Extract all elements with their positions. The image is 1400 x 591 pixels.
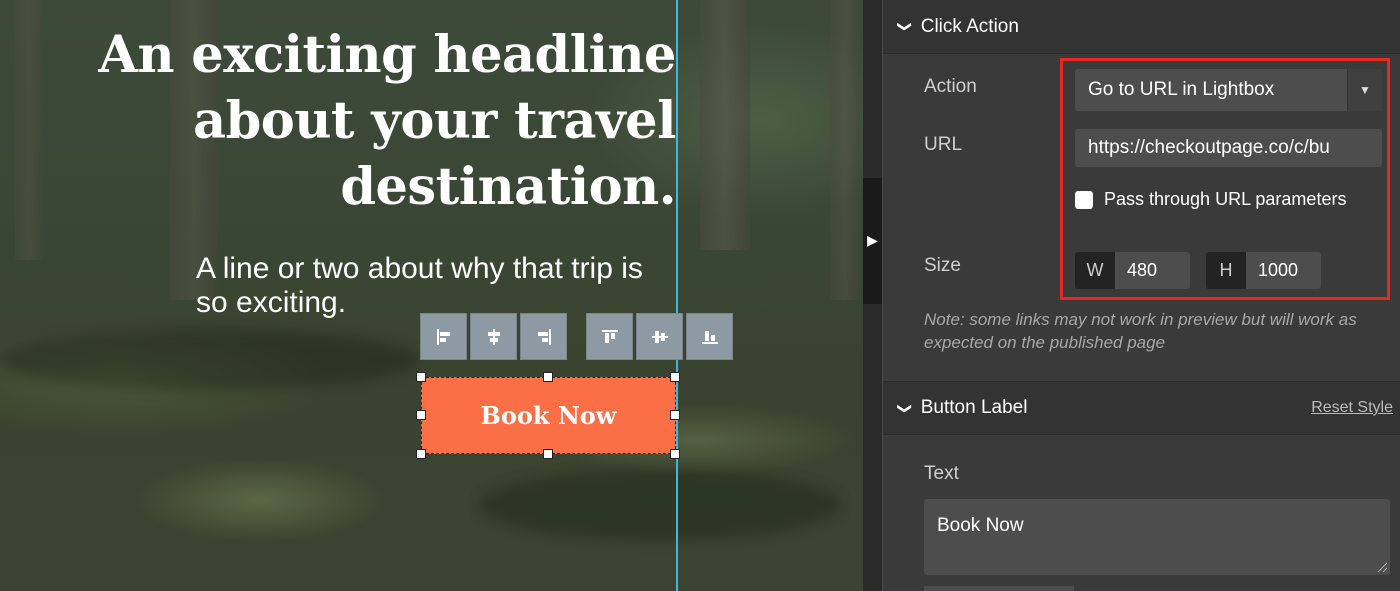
button-label-section-header[interactable]: ❯ Button Label Reset Style bbox=[883, 381, 1400, 435]
resize-handle-middle-left[interactable] bbox=[416, 410, 426, 420]
button-text-input[interactable]: Book Now bbox=[924, 499, 1390, 575]
resize-handle-top-center[interactable] bbox=[543, 372, 553, 382]
url-input[interactable]: https://checkoutpage.co/c/bu bbox=[1075, 129, 1382, 167]
section-title: Button Label bbox=[920, 397, 1028, 418]
properties-panel: ❯ Click Action Action URL Size Go to URL… bbox=[882, 0, 1400, 591]
page-subheadline[interactable]: A line or two about why that trip is so … bbox=[196, 252, 676, 320]
align-top-button[interactable] bbox=[586, 313, 633, 360]
preview-note: Note: some links may not work in preview… bbox=[924, 310, 1357, 352]
url-label: URL bbox=[924, 134, 963, 155]
resize-handle-bottom-left[interactable] bbox=[416, 449, 426, 459]
editor-canvas[interactable]: An exciting headline about your travel d… bbox=[0, 0, 863, 591]
action-select[interactable]: Go to URL in Lightbox ▼ bbox=[1075, 69, 1382, 111]
width-input[interactable]: 480 bbox=[1115, 252, 1190, 289]
align-right-icon bbox=[537, 328, 551, 345]
align-center-horizontal-icon bbox=[487, 328, 500, 345]
align-bottom-button[interactable] bbox=[686, 313, 733, 360]
resize-handle-bottom-right[interactable] bbox=[670, 449, 680, 459]
align-left-icon bbox=[436, 328, 450, 345]
horizontal-align-toolbar bbox=[420, 313, 567, 360]
section-title: Click Action bbox=[920, 15, 1019, 37]
text-label: Text bbox=[924, 463, 959, 484]
chevron-right-icon: ▶ bbox=[867, 233, 878, 249]
background-shadow bbox=[0, 330, 420, 390]
collapse-panel-toggle[interactable]: ▶ bbox=[863, 178, 882, 304]
width-field: W 480 bbox=[1075, 252, 1190, 289]
align-middle-vertical-button[interactable] bbox=[636, 313, 683, 360]
height-field: H 1000 bbox=[1206, 252, 1321, 289]
height-input[interactable]: 1000 bbox=[1246, 252, 1321, 289]
resize-handle-top-right[interactable] bbox=[670, 372, 680, 382]
background-shadow bbox=[480, 470, 840, 540]
resize-handle-middle-right[interactable] bbox=[670, 410, 680, 420]
action-select-value: Go to URL in Lightbox bbox=[1088, 79, 1275, 100]
align-center-horizontal-button[interactable] bbox=[470, 313, 517, 360]
align-middle-vertical-icon bbox=[651, 330, 668, 343]
page-headline[interactable]: An exciting headline about your travel d… bbox=[16, 22, 676, 220]
alignment-guide-line bbox=[676, 0, 678, 591]
align-right-button[interactable] bbox=[520, 313, 567, 360]
resize-handle-top-left[interactable] bbox=[416, 372, 426, 382]
action-label: Action bbox=[924, 76, 977, 97]
textarea-resize-grip[interactable] bbox=[1377, 562, 1387, 572]
chevron-down-icon: ❯ bbox=[897, 402, 914, 414]
size-label: Size bbox=[924, 255, 961, 276]
width-tag: W bbox=[1075, 252, 1115, 289]
book-now-button[interactable]: Book Now bbox=[421, 377, 676, 454]
button-text-value: Book Now bbox=[937, 515, 1024, 536]
align-left-button[interactable] bbox=[420, 313, 467, 360]
align-top-icon bbox=[601, 329, 618, 343]
height-tag: H bbox=[1206, 252, 1246, 289]
background-tree bbox=[830, 0, 860, 300]
next-control[interactable] bbox=[924, 586, 1074, 591]
chevron-down-icon: ❯ bbox=[897, 20, 914, 33]
background-tree bbox=[700, 0, 750, 250]
dropdown-caret-icon: ▼ bbox=[1347, 69, 1382, 111]
reset-style-link[interactable]: Reset Style bbox=[1311, 399, 1393, 417]
passthrough-label[interactable]: Pass through URL parameters bbox=[1104, 189, 1346, 210]
click-action-section-header[interactable]: ❯ Click Action bbox=[883, 0, 1400, 54]
resize-handle-bottom-center[interactable] bbox=[543, 449, 553, 459]
vertical-align-toolbar bbox=[586, 313, 733, 360]
passthrough-checkbox[interactable] bbox=[1075, 190, 1093, 209]
passthrough-option: Pass through URL parameters bbox=[1075, 189, 1346, 210]
align-bottom-icon bbox=[701, 330, 718, 344]
